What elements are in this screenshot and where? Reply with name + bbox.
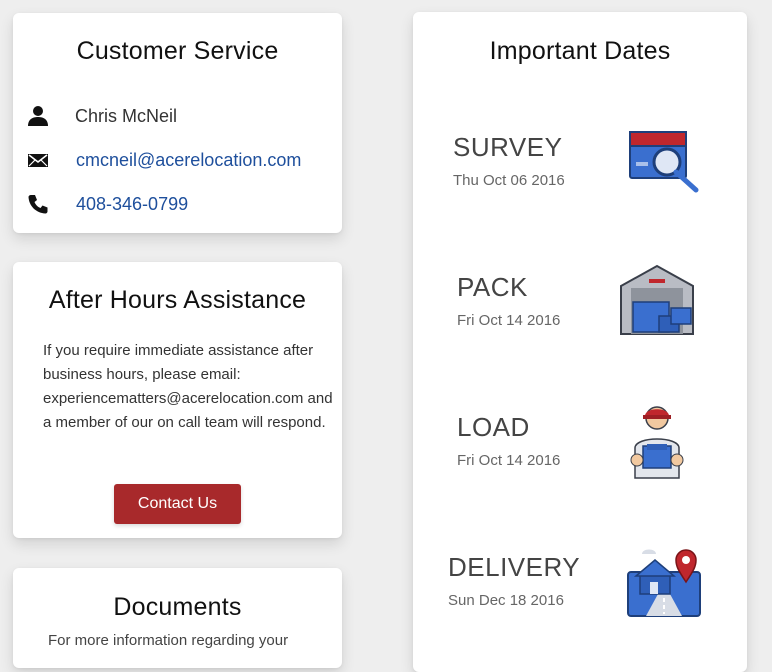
envelope-icon: [27, 149, 49, 171]
contact-phone-link[interactable]: 408-346-0799: [76, 194, 188, 215]
date-label: LOAD: [457, 412, 530, 442]
documents-card: Documents For more information regarding…: [13, 568, 342, 668]
phone-icon: [27, 193, 49, 215]
important-dates-card: Important Dates SURVEY Thu Oct 06 2016 P…: [413, 12, 747, 672]
date-value: Sun Dec 18 2016: [448, 592, 564, 609]
contact-email-row[interactable]: cmcneil@acerelocation.com: [27, 147, 301, 173]
date-value: Thu Oct 06 2016: [453, 172, 565, 189]
customer-service-card: Customer Service Chris McNeil cmcneil@ac…: [13, 13, 342, 233]
date-item-pack: PACK Fri Oct 14 2016: [457, 264, 757, 362]
after-hours-card: After Hours Assistance If you require im…: [13, 262, 342, 538]
date-item-survey: SURVEY Thu Oct 06 2016: [453, 131, 753, 222]
survey-icon: [629, 131, 699, 193]
after-hours-text: If you require immediate assistance afte…: [43, 342, 333, 431]
contact-email-link[interactable]: cmcneil@acerelocation.com: [76, 150, 301, 171]
documents-text: For more information regarding your: [48, 632, 289, 649]
date-value: Fri Oct 14 2016: [457, 312, 561, 329]
delivery-map-icon: [627, 549, 701, 617]
date-label: PACK: [457, 272, 528, 302]
contact-name-row: Chris McNeil: [27, 103, 177, 129]
date-item-delivery: DELIVERY Sun Dec 18 2016: [448, 549, 748, 642]
date-label: SURVEY: [453, 132, 563, 162]
mover-icon: [630, 406, 684, 479]
after-hours-title: After Hours Assistance: [48, 286, 307, 314]
date-item-load: LOAD Fri Oct 14 2016: [457, 406, 757, 502]
date-label: DELIVERY: [448, 552, 581, 582]
important-dates-title: Important Dates: [489, 37, 671, 65]
warehouse-icon: [620, 264, 694, 335]
customer-service-title: Customer Service: [76, 37, 279, 65]
person-icon: [27, 105, 49, 127]
contact-phone-row[interactable]: 408-346-0799: [27, 191, 188, 217]
contact-us-button[interactable]: Contact Us: [114, 484, 241, 524]
documents-title: Documents: [113, 593, 242, 621]
contact-name: Chris McNeil: [75, 105, 178, 126]
date-value: Fri Oct 14 2016: [457, 452, 561, 469]
